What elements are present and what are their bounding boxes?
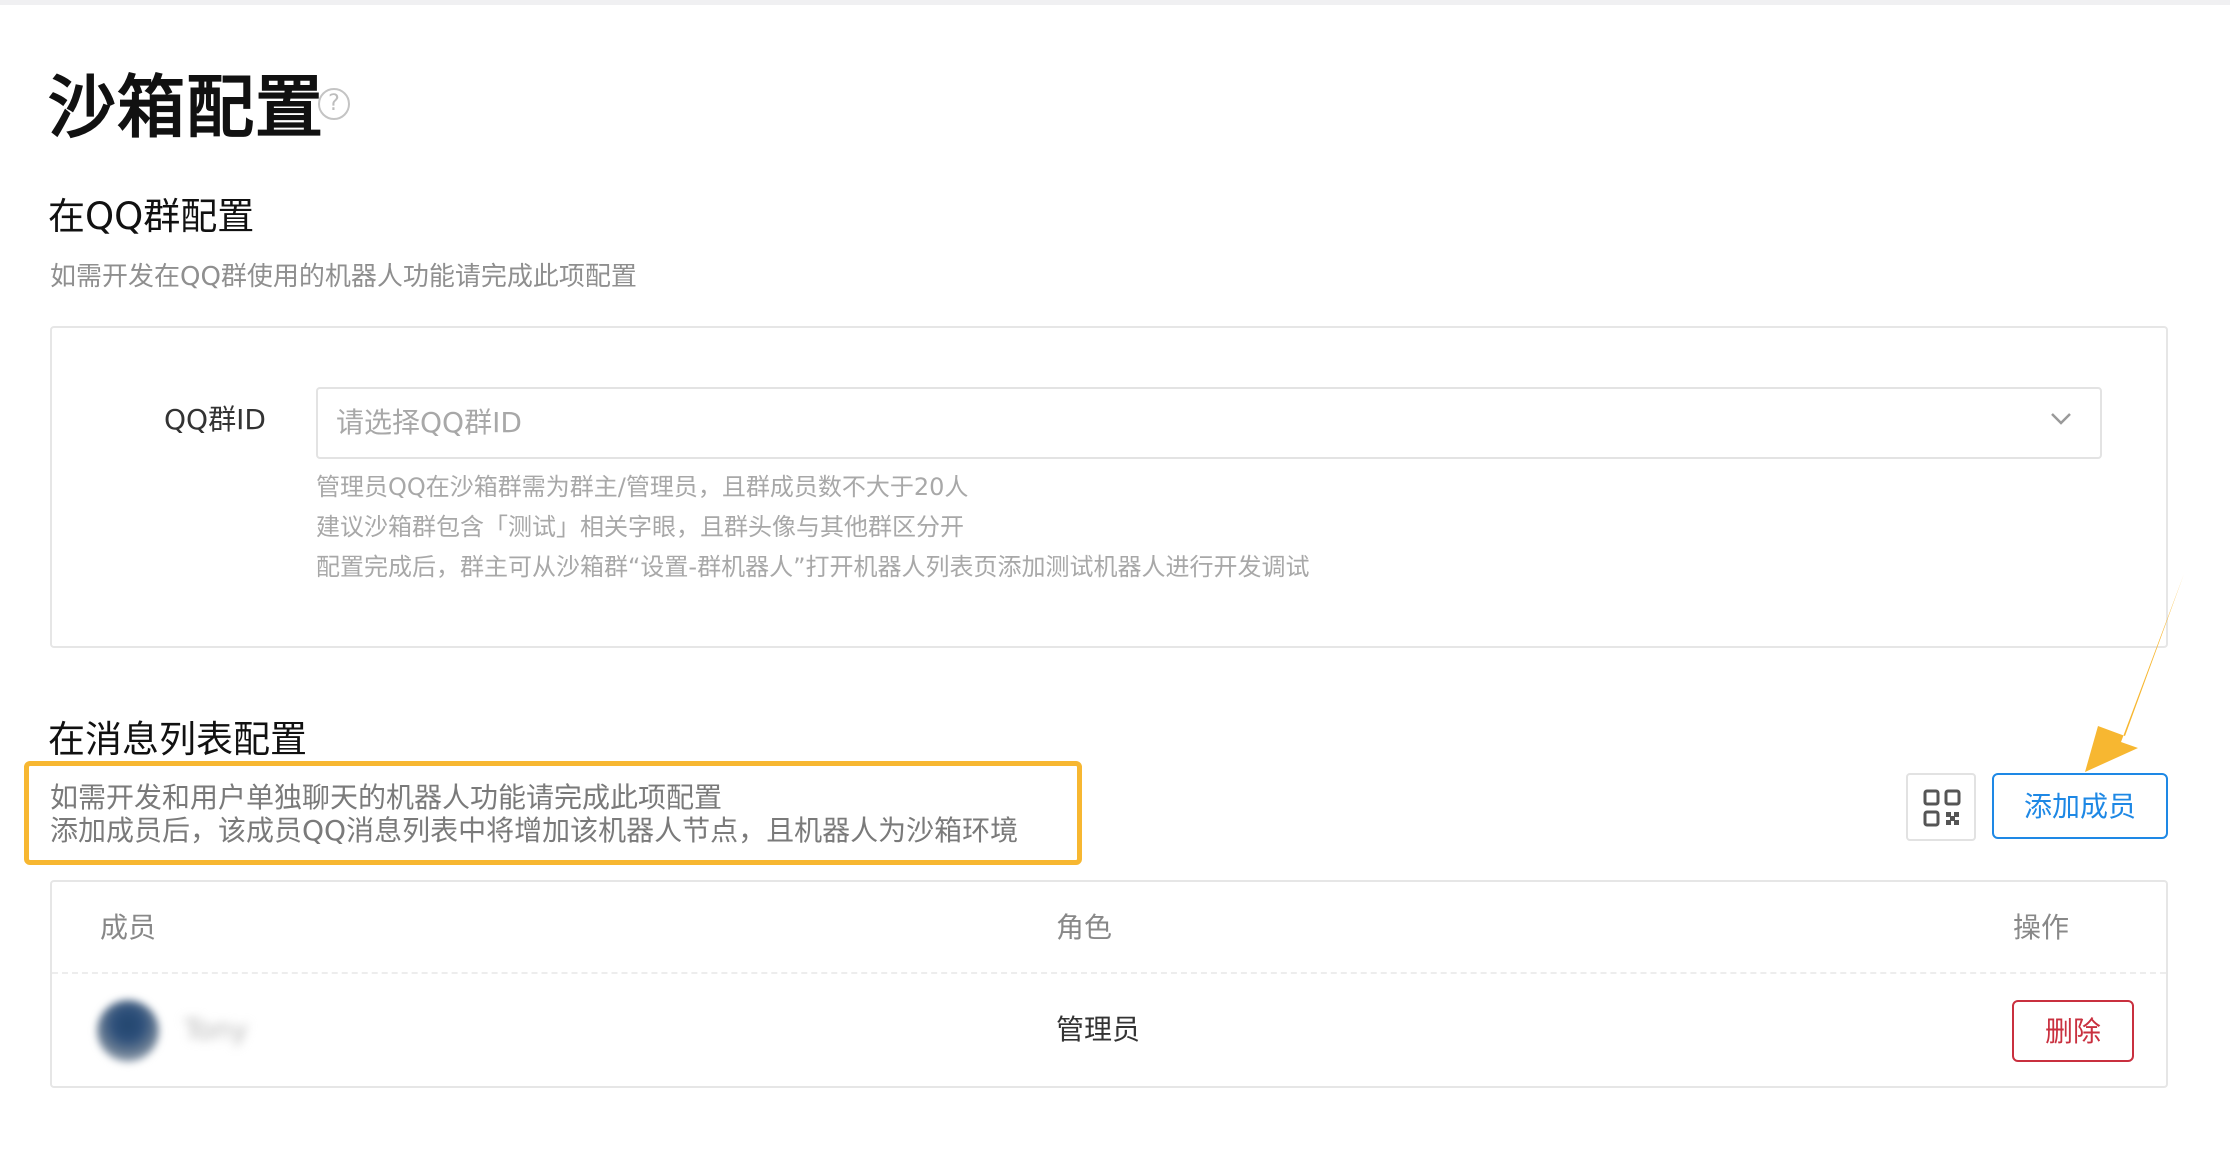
table-header-divider [52,972,2166,974]
delete-member-button[interactable]: 删除 [2012,1000,2134,1062]
column-header-action: 操作 [2013,911,2070,944]
avatar [97,1000,159,1062]
member-role: 管理员 [1056,1013,1141,1046]
column-header-role: 角色 [1056,911,1113,944]
column-header-member: 成员 [100,911,157,944]
member-name: Tony [184,1013,248,1046]
